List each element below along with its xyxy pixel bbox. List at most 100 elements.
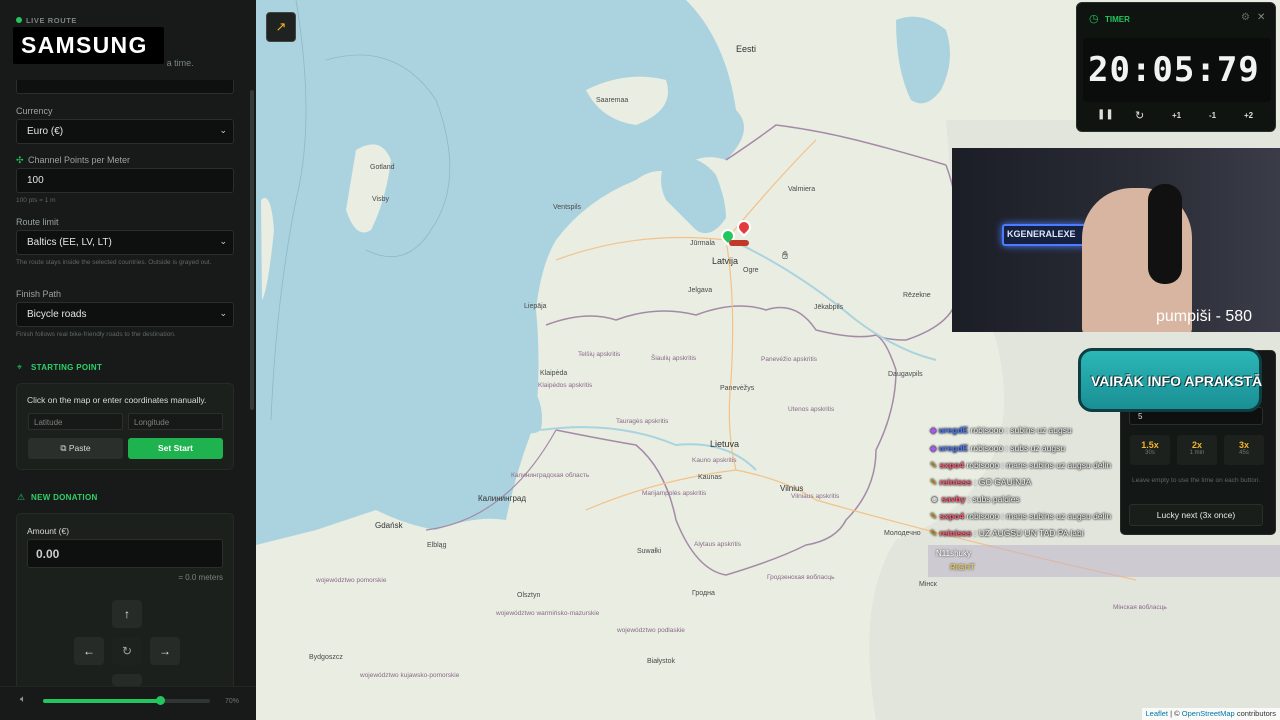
chevron-down-icon: ⌄ bbox=[219, 236, 227, 246]
region-label: województwo warmińsko-mazurskie bbox=[496, 610, 600, 617]
new-donation-heading: NEW DONATION bbox=[31, 493, 98, 502]
rotate-icon: ↻ bbox=[121, 644, 133, 658]
city-label: Jēkabpils bbox=[814, 304, 844, 311]
timer-widget: ◷ TIMER ⚙ ✕ 20:05:79 ❚❚ ↻ +1 -1 +2 bbox=[1076, 2, 1276, 132]
chevron-down-icon: ⌄ bbox=[219, 125, 227, 135]
city-label: Olsztyn bbox=[517, 592, 541, 599]
region-label: Marijampolės apskritis bbox=[642, 490, 707, 497]
paste-button[interactable]: ⧉ Paste bbox=[28, 438, 123, 459]
prev-field-edge bbox=[16, 80, 234, 94]
volume-fill bbox=[43, 699, 160, 703]
channel-points-input[interactable]: 100 bbox=[16, 168, 234, 193]
volume-knob[interactable] bbox=[155, 696, 165, 705]
region-label: Alytaus apskritis bbox=[694, 541, 741, 548]
currency-select[interactable]: Euro (€) ⌄ bbox=[16, 119, 234, 144]
channel-points-hint: 100 pts = 1 m bbox=[16, 197, 56, 204]
volume-bar bbox=[0, 686, 256, 720]
amount-value: 0.00 bbox=[36, 547, 60, 561]
minus-one-button[interactable]: -1 bbox=[1209, 111, 1216, 120]
multiplier-input-value: 5 bbox=[1138, 412, 1143, 421]
region-label: Kauno apskritis bbox=[692, 457, 737, 464]
multiplier-hint: Leave empty to use the time on each butt… bbox=[1132, 477, 1261, 484]
timer-title: TIMER bbox=[1105, 15, 1130, 24]
region-label: województwo podlaskie bbox=[617, 627, 685, 634]
info-banner-text: VAIRĀK INFO APRAKSTĀ bbox=[1091, 373, 1263, 389]
live-dot-icon bbox=[16, 17, 22, 23]
city-label: Visby bbox=[372, 196, 389, 203]
multiplier-option-button[interactable]: 2x 1 min bbox=[1177, 435, 1217, 465]
city-label: Мінск bbox=[919, 581, 937, 588]
lucky-next-button[interactable]: Lucky next (3x once) bbox=[1129, 504, 1263, 526]
city-label: Jūrmala bbox=[690, 240, 715, 247]
route-limit-select[interactable]: Baltics (EE, LV, LT) ⌄ bbox=[16, 230, 234, 255]
chat-message: ◆ uregdE robisooo : subs uz augsu bbox=[930, 443, 1066, 453]
city-label: Liepāja bbox=[524, 303, 547, 310]
volume-slider[interactable] bbox=[43, 696, 210, 705]
route-limit-label: Route limit bbox=[16, 217, 59, 227]
region-label: Panevėžio apskritis bbox=[761, 356, 817, 363]
multiplier-option-button[interactable]: 1.5x 30s bbox=[1130, 435, 1170, 465]
city-label: Калининград bbox=[478, 494, 527, 503]
sidebar-scrollbar[interactable] bbox=[250, 90, 254, 410]
city-label: Białystok bbox=[647, 658, 676, 665]
pause-button[interactable]: ❚❚ bbox=[1097, 109, 1114, 120]
chat-badge-icon: ✎ bbox=[930, 477, 938, 487]
reset-button[interactable]: ↻ bbox=[112, 637, 142, 665]
arrow-right-button[interactable]: → bbox=[150, 637, 180, 665]
starting-point-card: Click on the map or enter coordinates ma… bbox=[16, 383, 234, 470]
chat-badge-icon: ◆ bbox=[930, 443, 937, 453]
chat-message: ◆ uregdE robisooo : subins uz augsu bbox=[930, 425, 1072, 435]
city-label: Молодечно bbox=[884, 530, 921, 537]
finish-path-select[interactable]: Bicycle roads ⌄ bbox=[16, 302, 234, 327]
region-label: województwo kujawsko-pomorskie bbox=[360, 672, 460, 679]
finish-path-hint: Finish follows real bike-friendly roads … bbox=[16, 331, 176, 338]
city-label: Jelgava bbox=[688, 287, 713, 294]
longitude-placeholder: Longitude bbox=[134, 418, 170, 427]
city-label: Ventspils bbox=[553, 204, 582, 211]
add-one-button[interactable]: +1 bbox=[1172, 111, 1181, 120]
region-label: Šiaulių apskritis bbox=[651, 355, 697, 362]
chat-badge-icon: ◆ bbox=[930, 425, 937, 435]
set-start-button[interactable]: Set Start bbox=[128, 438, 223, 459]
city-label: Saaremaa bbox=[596, 97, 629, 104]
chat-badge-icon: ✎ bbox=[930, 511, 938, 521]
warning-icon: ⚠ bbox=[17, 492, 26, 502]
chat-event-text: RIGHT bbox=[950, 563, 975, 572]
region-label: Гродзенская вобласць bbox=[767, 574, 835, 581]
osm-link[interactable]: OpenStreetMap bbox=[1182, 709, 1235, 718]
clipboard-icon: ⧉ bbox=[60, 443, 67, 453]
region-label: Klaipėdos apskritis bbox=[538, 382, 593, 389]
live-route-title: LIVE ROUTE bbox=[26, 16, 78, 25]
clock-icon: ◷ bbox=[1089, 13, 1099, 25]
country-label-latvia: Latvija bbox=[712, 256, 739, 266]
speaker-icon[interactable]: 🔈︎ bbox=[20, 694, 26, 705]
arrow-left-button[interactable]: ← bbox=[74, 637, 104, 665]
arrow-up-button[interactable]: ↑ bbox=[112, 600, 142, 628]
route-toggle-button[interactable]: ↗ bbox=[266, 12, 296, 42]
arrow-down-button[interactable] bbox=[112, 674, 142, 686]
timer-time: 20:05:79 bbox=[1088, 50, 1260, 90]
volume-percent: 70% bbox=[225, 698, 240, 705]
webcam-caption: pumpiši - 580 bbox=[1156, 308, 1253, 325]
starting-point-heading: STARTING POINT bbox=[31, 363, 103, 372]
chat-message: ✎ reinisss : GO GAUINJA bbox=[930, 477, 1032, 487]
gear-icon[interactable]: ⚙ bbox=[1241, 12, 1250, 23]
city-label: Panevėžys bbox=[720, 385, 755, 392]
trend-icon: ↗ bbox=[275, 19, 287, 34]
route-line bbox=[729, 240, 749, 246]
region-label: Utenos apskritis bbox=[788, 406, 835, 413]
leaflet-link[interactable]: Leaflet bbox=[1146, 709, 1169, 718]
region-label: Tauragės apskritis bbox=[616, 418, 669, 425]
reset-timer-button[interactable]: ↻ bbox=[1135, 109, 1144, 122]
map-attribution: Leaflet | © OpenStreetMap contributors bbox=[1141, 708, 1280, 720]
multiplier-option-button[interactable]: 3x 45s bbox=[1224, 435, 1264, 465]
add-two-button[interactable]: +2 bbox=[1244, 111, 1253, 120]
meters-readout: = 0.0 meters bbox=[178, 573, 223, 582]
channel-points-label: Channel Points per Meter bbox=[28, 155, 131, 165]
route-limit-hint: The route stays inside the selected coun… bbox=[16, 259, 212, 266]
close-icon[interactable]: ✕ bbox=[1257, 12, 1265, 23]
city-label: Kaunas bbox=[698, 474, 722, 481]
currency-label: Currency bbox=[16, 106, 53, 116]
finish-path-label: Finish Path bbox=[16, 289, 62, 299]
city-label: Гродна bbox=[692, 590, 715, 597]
